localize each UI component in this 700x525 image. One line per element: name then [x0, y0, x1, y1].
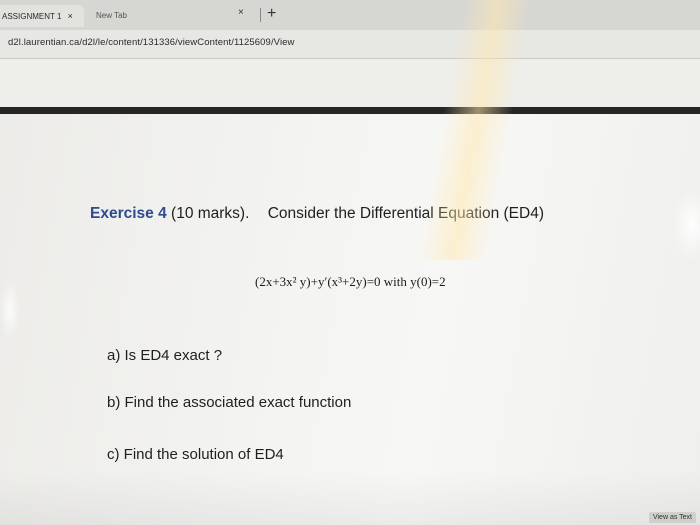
screen: ASSIGNMENT 1 × New Tab × + d2l.laurentia… [0, 0, 700, 525]
exercise-number: Exercise 4 [90, 205, 167, 222]
tab-separator [260, 8, 261, 22]
close-icon[interactable]: × [238, 7, 244, 18]
address-bar[interactable]: d2l.laurentian.ca/d2l/le/content/131336/… [0, 30, 700, 59]
question-c: c) Find the solution of ED4 [107, 446, 284, 463]
close-icon[interactable]: × [68, 5, 73, 27]
exercise-marks: (10 marks). [171, 205, 250, 222]
document-content: Exercise 4 (10 marks). Consider the Diff… [0, 114, 700, 525]
header-divider [0, 107, 700, 114]
url-text[interactable]: d2l.laurentian.ca/d2l/le/content/131336/… [8, 37, 295, 48]
tab-bar: ASSIGNMENT 1 × New Tab × + [0, 0, 700, 30]
exercise-heading: Exercise 4 (10 marks). Consider the Diff… [90, 205, 544, 223]
tab-new-tab[interactable]: New Tab [86, 5, 286, 27]
tab-assignment[interactable]: ASSIGNMENT 1 × [0, 5, 84, 27]
view-as-text-button[interactable]: View as Text [648, 512, 696, 523]
page-header-area [0, 59, 700, 107]
question-b: b) Find the associated exact function [107, 394, 352, 411]
tab-label: New Tab [96, 11, 127, 20]
tab-label: ASSIGNMENT 1 [2, 12, 62, 21]
differential-equation: (2x+3x² y)+y′(x³+2y)=0 with y(0)=2 [255, 274, 446, 289]
exercise-prompt: Consider the Differential Equation (ED4) [267, 205, 544, 222]
question-a: a) Is ED4 exact ? [107, 347, 223, 364]
new-tab-button[interactable]: + [267, 4, 276, 24]
